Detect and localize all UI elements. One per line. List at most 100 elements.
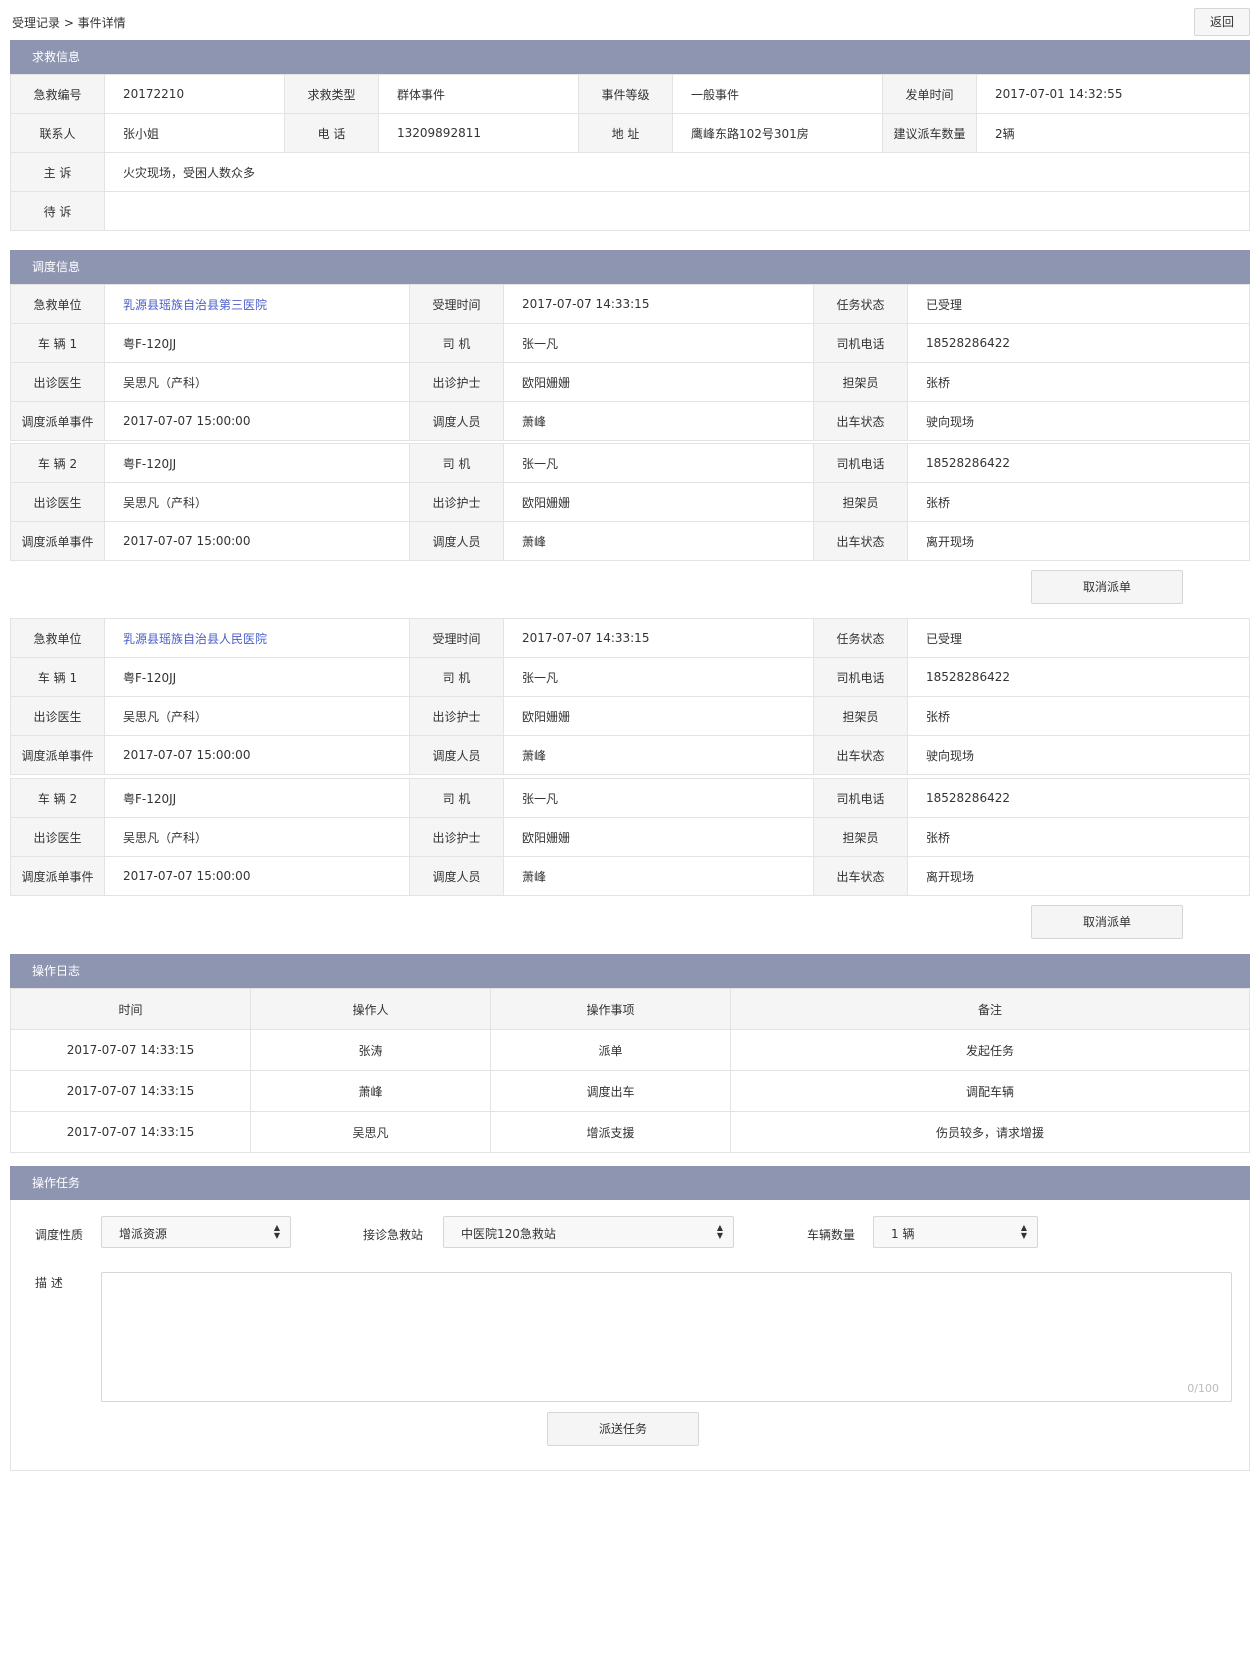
accept-time-value: 2017-07-07 14:33:15 [503,284,814,324]
field-value: 2辆 [976,113,1250,153]
nurse-value: 欧阳姗姗 [503,696,814,736]
staff-row: 出诊医生 吴思凡（产科） 出诊护士 欧阳姗姗 担架员 张桥 [10,482,1250,522]
stretcher-value: 张桥 [907,362,1250,402]
column-header: 时间 [10,988,251,1030]
dispatch-group-1-vehicle-2: 车 辆 2 粤F-120JJ 司 机 张一凡 司机电话 18528286422 … [10,443,1250,561]
driver-phone-value: 18528286422 [907,443,1250,483]
doctor-label: 出诊医生 [10,482,105,522]
event-row: 调度派单事件 2017-07-07 15:00:00 调度人员 萧峰 出车状态 … [10,521,1250,561]
pending-value [104,191,1250,231]
station-select-value: 中医院120急救站 [461,1227,556,1241]
dispatcher-value: 萧峰 [503,856,814,896]
log-cell: 吴思凡 [250,1111,491,1153]
field-label: 地 址 [578,113,673,153]
operation-task-title: 操作任务 [10,1166,1250,1200]
select-arrows-icon: ▲ ▼ [716,1223,723,1240]
task-status-value: 已受理 [907,284,1250,324]
dispatch-table: 急救单位 乳源县瑶族自治县第三医院 受理时间 2017-07-07 14:33:… [10,284,1250,441]
nurse-label: 出诊护士 [409,817,504,857]
breadcrumb[interactable]: 受理记录 > 事件详情 [12,14,126,31]
vehicle-label: 车 辆 1 [10,323,105,363]
driver-value: 张一凡 [503,657,814,697]
log-cell: 2017-07-07 14:33:15 [10,1029,251,1071]
operation-log-section: 操作日志 时间 操作人 操作事项 备注 2017-07-07 14:33:15 … [10,954,1250,1153]
log-cell: 2017-07-07 14:33:15 [10,1111,251,1153]
doctor-value: 吴思凡（产科） [104,482,410,522]
unit-link[interactable]: 乳源县瑶族自治县第三医院 [123,298,267,312]
task-form: 调度性质 增派资源 ▲ ▼ 接诊急救站 中医院120急救站 ▲ ▼ 车辆数量 1 辆… [10,1200,1250,1471]
log-cell: 萧峰 [250,1070,491,1112]
staff-row: 出诊医生 吴思凡（产科） 出诊护士 欧阳姗姗 担架员 张桥 [10,696,1250,736]
dispatch-event-value: 2017-07-07 15:00:00 [104,521,410,561]
stretcher-label: 担架员 [813,362,908,402]
field-label: 建议派车数量 [882,113,977,153]
select-arrows-icon: ▲ ▼ [273,1223,280,1240]
description-label: 描 述 [35,1276,63,1290]
event-row: 调度派单事件 2017-07-07 15:00:00 调度人员 萧峰 出车状态 … [10,735,1250,775]
cancel-dispatch-button[interactable]: 取消派单 [1031,570,1183,604]
dispatcher-value: 萧峰 [503,735,814,775]
column-header: 操作人 [250,988,491,1030]
vehicle-label: 车 辆 1 [10,657,105,697]
nurse-label: 出诊护士 [409,696,504,736]
unit-link[interactable]: 乳源县瑶族自治县人民医院 [123,632,267,646]
dispatch-event-value: 2017-07-07 15:00:00 [104,735,410,775]
driver-label: 司 机 [409,657,504,697]
driver-phone-label: 司机电话 [813,778,908,818]
log-cell: 2017-07-07 14:33:15 [10,1070,251,1112]
station-label: 接诊急救站 [363,1228,424,1242]
station-select[interactable]: 中医院120急救站 ▲ ▼ [443,1216,734,1248]
doctor-label: 出诊医生 [10,696,105,736]
car-status-value: 离开现场 [907,521,1250,561]
driver-value: 张一凡 [503,778,814,818]
back-button[interactable]: 返回 [1194,8,1250,36]
cancel-dispatch-button[interactable]: 取消派单 [1031,905,1183,939]
driver-phone-value: 18528286422 [907,778,1250,818]
table-row: 2017-07-07 14:33:15 张涛 派单 发起任务 [10,1029,1250,1071]
car-status-value: 驶向现场 [907,401,1250,441]
stretcher-value: 张桥 [907,817,1250,857]
stretcher-label: 担架员 [813,482,908,522]
driver-value: 张一凡 [503,443,814,483]
driver-label: 司 机 [409,778,504,818]
send-task-button[interactable]: 派送任务 [547,1412,699,1446]
unit-value: 乳源县瑶族自治县人民医院 [104,618,410,658]
vehicle-label: 车 辆 2 [10,778,105,818]
field-value: 群体事件 [378,74,579,114]
dispatch-event-value: 2017-07-07 15:00:00 [104,401,410,441]
task-status-label: 任务状态 [813,618,908,658]
unit-label: 急救单位 [10,284,105,324]
doctor-value: 吴思凡（产科） [104,817,410,857]
dispatch-info-title: 调度信息 [10,250,1250,284]
dispatcher-value: 萧峰 [503,401,814,441]
log-cell: 派单 [490,1029,731,1071]
vehicle-count-select[interactable]: 1 辆 ▲ ▼ [873,1216,1038,1248]
field-label: 事件等级 [578,74,673,114]
description-textarea[interactable]: 0/100 [101,1272,1232,1402]
driver-phone-label: 司机电话 [813,443,908,483]
select-arrows-icon: ▲ ▼ [1020,1223,1027,1240]
doctor-label: 出诊医生 [10,817,105,857]
stretcher-label: 担架员 [813,696,908,736]
staff-row: 出诊医生 吴思凡（产科） 出诊护士 欧阳姗姗 担架员 张桥 [10,362,1250,402]
unit-row: 急救单位 乳源县瑶族自治县第三医院 受理时间 2017-07-07 14:33:… [10,284,1250,324]
plate-value: 粤F-120JJ [104,443,410,483]
stretcher-value: 张桥 [907,482,1250,522]
doctor-label: 出诊医生 [10,362,105,402]
unit-label: 急救单位 [10,618,105,658]
doctor-value: 吴思凡（产科） [104,696,410,736]
pending-label: 待 诉 [10,191,105,231]
nurse-value: 欧阳姗姗 [503,482,814,522]
task-status-label: 任务状态 [813,284,908,324]
unit-value: 乳源县瑶族自治县第三医院 [104,284,410,324]
dispatch-event-value: 2017-07-07 15:00:00 [104,856,410,896]
complaint-label: 主 诉 [10,152,105,192]
log-header-row: 时间 操作人 操作事项 备注 [10,988,1250,1030]
nature-select[interactable]: 增派资源 ▲ ▼ [101,1216,291,1248]
car-status-value: 离开现场 [907,856,1250,896]
log-cell: 伤员较多，请求增援 [730,1111,1250,1153]
log-cell: 增派支援 [490,1111,731,1153]
accept-time-label: 受理时间 [409,618,504,658]
nurse-label: 出诊护士 [409,362,504,402]
dispatcher-label: 调度人员 [409,521,504,561]
